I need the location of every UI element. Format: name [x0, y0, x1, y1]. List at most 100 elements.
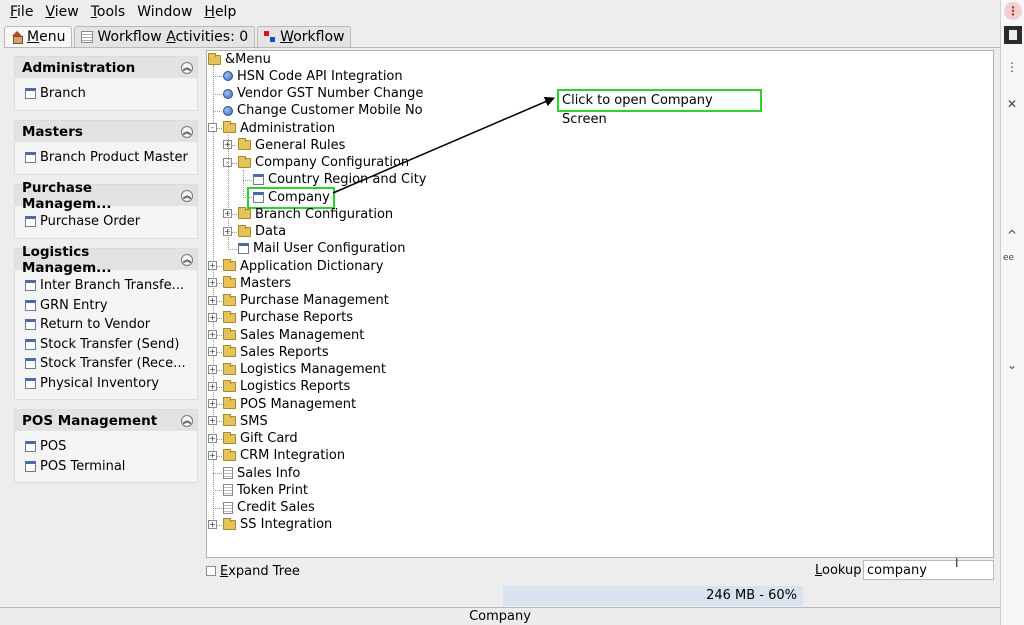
more-icon[interactable]: ⋮	[1001, 60, 1023, 74]
menu-view[interactable]: View	[39, 0, 84, 24]
expand-icon[interactable]: +	[208, 450, 217, 460]
menu-tools[interactable]: Tools	[85, 0, 132, 24]
shortcut-label: Return to Vendor	[40, 317, 151, 333]
tree-node-hsn-code-api-integration[interactable]: HSN Code API Integration	[223, 68, 403, 85]
tree-node-change-customer-mobile-no[interactable]: Change Customer Mobile No	[223, 102, 423, 119]
tree-node-country-region-and-city[interactable]: Country Region and City	[253, 171, 426, 188]
shortcut-item[interactable]: Stock Transfer (Send)	[15, 335, 197, 355]
shortcut-item[interactable]: POS	[15, 437, 197, 457]
tree-node-application-dictionary[interactable]: Application Dictionary	[223, 258, 383, 275]
shortcut-item[interactable]: Physical Inventory	[15, 374, 197, 394]
tree-node-label: Branch Configuration	[255, 206, 394, 222]
tree-guide-line	[213, 110, 222, 112]
tree-node-crm-integration[interactable]: CRM Integration	[223, 447, 345, 464]
tree-node-masters[interactable]: Masters	[223, 275, 291, 292]
shortcut-item[interactable]: GRN Entry	[15, 296, 197, 316]
shortcut-item[interactable]: Branch	[15, 84, 197, 104]
tab-workflow-activities-0[interactable]: Workflow Activities: 0	[74, 26, 256, 47]
tree-node-purchase-reports[interactable]: Purchase Reports	[223, 309, 353, 326]
expand-icon[interactable]: +	[208, 330, 217, 339]
doc-icon	[223, 484, 233, 497]
shortcut-label: POS	[40, 439, 67, 455]
window-icon	[253, 174, 264, 186]
kebab-menu-icon[interactable]: ⋮	[1004, 2, 1022, 20]
collapse-icon[interactable]: ︽	[181, 414, 193, 427]
tab-bar: Menu Workflow Activities: 0 Workflow	[4, 26, 353, 47]
collapse-icon[interactable]: ︽	[181, 253, 193, 266]
tree-root[interactable]: &Menu	[208, 51, 271, 68]
shortcut-item[interactable]: Return to Vendor	[15, 315, 197, 335]
tree-node-pos-management[interactable]: POS Management	[223, 396, 356, 413]
lookup-input[interactable]	[863, 560, 994, 580]
tree-node-ss-integration[interactable]: SS Integration	[223, 516, 332, 533]
expand-icon[interactable]: +	[208, 399, 217, 408]
tree-node-gift-card[interactable]: Gift Card	[223, 430, 298, 447]
group-header[interactable]: Logistics Managem... ︽	[15, 244, 197, 276]
tree-node-sms[interactable]: SMS	[223, 413, 268, 430]
close-icon[interactable]: ✕	[1001, 97, 1023, 111]
menu-file[interactable]: File	[4, 0, 39, 24]
expand-icon[interactable]: +	[208, 381, 217, 391]
tree-node-administration[interactable]: Administration	[223, 120, 335, 137]
collapse-icon[interactable]: ︽	[181, 61, 193, 74]
window-icon	[25, 152, 36, 164]
checkbox-icon[interactable]	[206, 566, 216, 576]
expand-icon[interactable]: +	[208, 416, 217, 426]
tree-node-sales-reports[interactable]: Sales Reports	[223, 344, 329, 361]
globe-icon	[223, 105, 233, 116]
tree-node-company-configuration[interactable]: Company Configuration	[238, 154, 409, 171]
tree-node-label: Administration	[240, 120, 336, 136]
menu-window[interactable]: Window	[131, 0, 198, 24]
group-header[interactable]: POS Management ︽	[15, 410, 197, 431]
chevron-up-icon[interactable]: ^	[1001, 228, 1023, 242]
group-header[interactable]: Masters ︽	[15, 121, 197, 142]
tree-node-mail-user-configuration[interactable]: Mail User Configuration	[238, 240, 405, 257]
tree-node-credit-sales[interactable]: Credit Sales	[223, 499, 315, 516]
shortcut-item[interactable]: Branch Product Master	[15, 148, 197, 168]
tree-guide-line	[228, 135, 229, 250]
tree-node-label: Token Print	[237, 482, 309, 498]
expand-tree-checkbox[interactable]: Expand Tree	[206, 562, 300, 580]
memory-indicator[interactable]: 246 MB - 60%	[503, 586, 803, 606]
tree-node-logistics-reports[interactable]: Logistics Reports	[223, 378, 350, 395]
shortcut-item[interactable]: POS Terminal	[15, 457, 197, 477]
collapse-icon[interactable]: ︽	[181, 189, 193, 202]
tab-menu[interactable]: Menu	[4, 26, 73, 47]
shortcut-item[interactable]: Purchase Order	[15, 212, 197, 232]
tree-node-branch-configuration[interactable]: Branch Configuration	[238, 206, 393, 223]
tree-node-label: Credit Sales	[237, 500, 315, 515]
folder-icon	[223, 345, 236, 358]
tree-node-purchase-management[interactable]: Purchase Management	[223, 292, 389, 309]
menu-help[interactable]: Help	[198, 0, 242, 24]
collapse-icon[interactable]: ︽	[181, 125, 193, 138]
tab-workflow[interactable]: Workflow	[257, 26, 352, 47]
expand-tree-label: Expand Tree	[220, 563, 300, 579]
tree-node-token-print[interactable]: Token Print	[223, 482, 308, 499]
expand-icon[interactable]: +	[208, 519, 217, 529]
window-icon	[25, 88, 36, 100]
shortcut-item[interactable]: Inter Branch Transfe...	[15, 276, 197, 296]
expand-icon[interactable]: +	[208, 312, 217, 322]
menu-shortcut-panel: Administration ︽ Branch Masters ︽ Branch Prod…	[8, 50, 198, 578]
chevron-down-icon[interactable]: ⌄	[1001, 358, 1023, 372]
tree-node-general-rules[interactable]: General Rules	[238, 137, 345, 154]
tree-node-sales-management[interactable]: Sales Management	[223, 327, 364, 344]
expand-icon[interactable]: +	[208, 278, 217, 288]
window-icon	[25, 460, 36, 472]
tree-node-sales-info[interactable]: Sales Info	[223, 465, 300, 482]
expand-icon[interactable]: +	[208, 295, 217, 305]
shortcut-item[interactable]: Stock Transfer (Rece...	[15, 354, 197, 374]
expand-icon[interactable]: +	[208, 433, 217, 443]
tree-node-vendor-gst-number-change[interactable]: Vendor GST Number Change	[223, 85, 423, 102]
tree-node-data[interactable]: Data	[238, 223, 286, 240]
folder-icon	[223, 448, 236, 461]
tree-node-logistics-management[interactable]: Logistics Management	[223, 361, 386, 378]
expand-icon[interactable]: +	[208, 347, 217, 357]
expand-icon[interactable]: +	[208, 261, 217, 270]
group-header[interactable]: Administration ︽	[15, 57, 197, 78]
expand-icon[interactable]: +	[208, 364, 217, 374]
window-icon[interactable]	[1004, 26, 1022, 44]
collapse-icon[interactable]: -	[208, 123, 217, 132]
tree-node-label: Sales Management	[240, 327, 365, 343]
group-header[interactable]: Purchase Managem... ︽	[15, 180, 197, 212]
